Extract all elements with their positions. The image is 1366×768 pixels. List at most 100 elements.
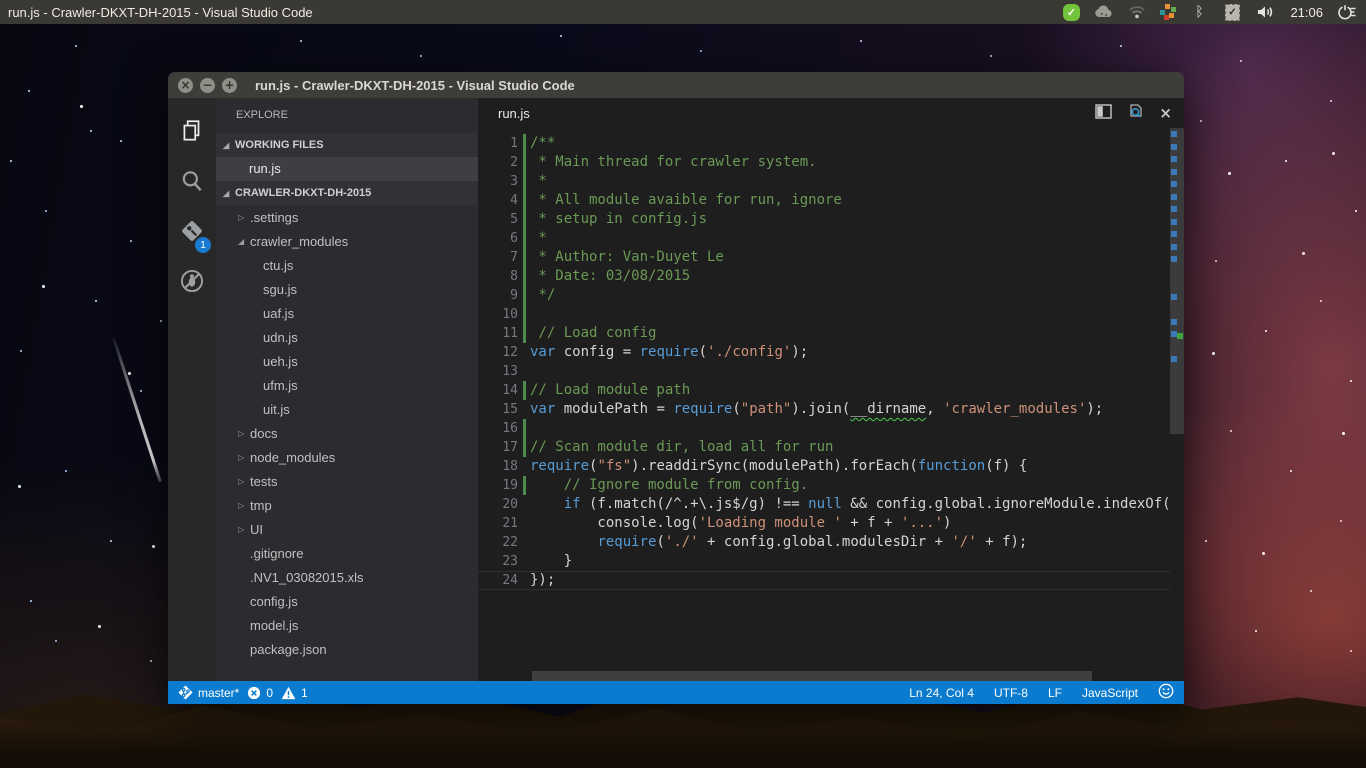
code-line-6[interactable]: 6 * (478, 229, 1170, 248)
debug-icon[interactable] (168, 256, 216, 306)
session-menu-icon[interactable] (1338, 2, 1358, 22)
line-number: 21 (478, 514, 518, 533)
ruler-modified-mark (1171, 131, 1177, 137)
ruler-modified-mark (1171, 219, 1177, 225)
line-number: 11 (478, 324, 518, 343)
code-line-22[interactable]: 22 require('./' + config.global.modulesD… (478, 533, 1170, 552)
code-line-20[interactable]: 20 if (f.match(/^.+\.js$/g) !== null && … (478, 495, 1170, 514)
cloud-sync-icon[interactable] (1094, 2, 1114, 22)
code-line-5[interactable]: 5 * setup in config.js (478, 210, 1170, 229)
open-preview-icon[interactable] (1127, 103, 1144, 123)
tree-item-UI[interactable]: ▷UI (216, 517, 478, 541)
tree-item-node_modules[interactable]: ▷node_modules (216, 445, 478, 469)
code-text: var modulePath = require("path").join(__… (530, 400, 1103, 419)
code-text: } (530, 552, 572, 571)
skype-icon[interactable]: ✓ (1061, 2, 1081, 22)
tree-item-.gitignore[interactable]: .gitignore (216, 541, 478, 565)
tree-item-tests[interactable]: ▷tests (216, 469, 478, 493)
twistie-collapsed-icon: ▷ (238, 501, 250, 510)
diff-added-gutter (518, 229, 530, 248)
twistie-collapsed-icon: ▷ (238, 453, 250, 462)
code-line-19[interactable]: 19 // Ignore module from config. (478, 476, 1170, 495)
code-line-11[interactable]: 11 // Load config (478, 324, 1170, 343)
line-number: 23 (478, 552, 518, 571)
language-mode[interactable]: JavaScript (1082, 686, 1138, 700)
close-editor-icon[interactable]: × (1159, 104, 1172, 122)
warning-count[interactable]: 1 (281, 686, 308, 700)
tree-item-uaf.js[interactable]: uaf.js (216, 301, 478, 325)
code-line-3[interactable]: 3 * (478, 172, 1170, 191)
code-line-10[interactable]: 10 (478, 305, 1170, 324)
code-line-24[interactable]: 24}); (478, 571, 1170, 590)
code-line-12[interactable]: 12var config = require('./config'); (478, 343, 1170, 362)
ruler-modified-mark (1171, 244, 1177, 250)
branch-name: master* (198, 686, 239, 700)
ruler-modified-mark (1171, 356, 1177, 362)
window-minimize-button[interactable]: − (200, 78, 215, 93)
diff-added-gutter (518, 381, 530, 400)
split-editor-icon[interactable] (1095, 104, 1112, 122)
code-line-17[interactable]: 17// Scan module dir, load all for run (478, 438, 1170, 457)
tree-item-sgu.js[interactable]: sgu.js (216, 277, 478, 301)
tree-item-ctu.js[interactable]: ctu.js (216, 253, 478, 277)
code-area[interactable]: 1/**2 * Main thread for crawler system.3… (478, 128, 1170, 681)
tree-item-label: uaf.js (263, 306, 294, 321)
clipboard-check-icon[interactable]: ✓ (1222, 2, 1242, 22)
tree-item-config.js[interactable]: config.js (216, 589, 478, 613)
code-line-8[interactable]: 8 * Date: 03/08/2015 (478, 267, 1170, 286)
code-line-13[interactable]: 13 (478, 362, 1170, 381)
tree-item-label: .NV1_03082015.xls (250, 570, 363, 585)
error-count[interactable]: 0 (247, 686, 273, 700)
working-file-runjs[interactable]: run.js (216, 157, 478, 181)
tree-item-crawler_modules[interactable]: ◢crawler_modules (216, 229, 478, 253)
clock[interactable]: 21:06 (1290, 5, 1323, 20)
volume-icon[interactable] (1255, 2, 1275, 22)
tree-item-tmp[interactable]: ▷tmp (216, 493, 478, 517)
tree-item-.settings[interactable]: ▷.settings (216, 205, 478, 229)
bluetooth-icon[interactable]: ᛒ (1189, 2, 1209, 22)
code-line-2[interactable]: 2 * Main thread for crawler system. (478, 153, 1170, 172)
search-icon[interactable] (168, 156, 216, 206)
line-number: 12 (478, 343, 518, 362)
cursor-position[interactable]: Ln 24, Col 4 (909, 686, 974, 700)
eol-indicator[interactable]: LF (1048, 686, 1062, 700)
gutter (518, 400, 530, 419)
sync-grid-icon[interactable] (1160, 4, 1176, 20)
code-line-21[interactable]: 21 console.log('Loading module ' + f + '… (478, 514, 1170, 533)
tree-item-model.js[interactable]: model.js (216, 613, 478, 637)
explorer-icon[interactable] (168, 106, 216, 156)
encoding[interactable]: UTF-8 (994, 686, 1028, 700)
tree-item-ufm.js[interactable]: ufm.js (216, 373, 478, 397)
code-line-4[interactable]: 4 * All module avaible for run, ignore (478, 191, 1170, 210)
window-titlebar[interactable]: × − + run.js - Crawler-DKXT-DH-2015 - Vi… (168, 72, 1184, 98)
tree-item-docs[interactable]: ▷docs (216, 421, 478, 445)
code-line-16[interactable]: 16 (478, 419, 1170, 438)
horizontal-scrollbar[interactable] (532, 671, 1092, 681)
wifi-icon[interactable] (1127, 2, 1147, 22)
git-branch-indicator[interactable]: master* (178, 685, 239, 700)
tree-item-ueh.js[interactable]: ueh.js (216, 349, 478, 373)
overview-ruler[interactable] (1170, 128, 1184, 681)
code-line-18[interactable]: 18require("fs").readdirSync(modulePath).… (478, 457, 1170, 476)
working-files-header[interactable]: ◢ WORKING FILES (216, 133, 478, 157)
tree-item-.NV1_03082015.xls[interactable]: .NV1_03082015.xls (216, 565, 478, 589)
code-line-15[interactable]: 15var modulePath = require("path").join(… (478, 400, 1170, 419)
code-line-7[interactable]: 7 * Author: Van-Duyet Le (478, 248, 1170, 267)
code-line-9[interactable]: 9 */ (478, 286, 1170, 305)
feedback-smiley-icon[interactable] (1158, 683, 1174, 702)
tree-item-uit.js[interactable]: uit.js (216, 397, 478, 421)
code-text: * (530, 172, 547, 191)
code-line-1[interactable]: 1/** (478, 134, 1170, 153)
code-text: * Date: 03/08/2015 (530, 267, 690, 286)
git-icon[interactable]: 1 (168, 206, 216, 256)
window-close-button[interactable]: × (178, 78, 193, 93)
window-maximize-button[interactable]: + (222, 78, 237, 93)
code-line-23[interactable]: 23 } (478, 552, 1170, 571)
code-line-14[interactable]: 14// Load module path (478, 381, 1170, 400)
tree-item-package.json[interactable]: package.json (216, 637, 478, 661)
diff-added-gutter (518, 210, 530, 229)
diff-added-gutter (518, 153, 530, 172)
project-header[interactable]: ◢ CRAWLER-DKXT-DH-2015 (216, 181, 478, 205)
tree-item-udn.js[interactable]: udn.js (216, 325, 478, 349)
tab-runjs[interactable]: run.js (498, 106, 530, 121)
